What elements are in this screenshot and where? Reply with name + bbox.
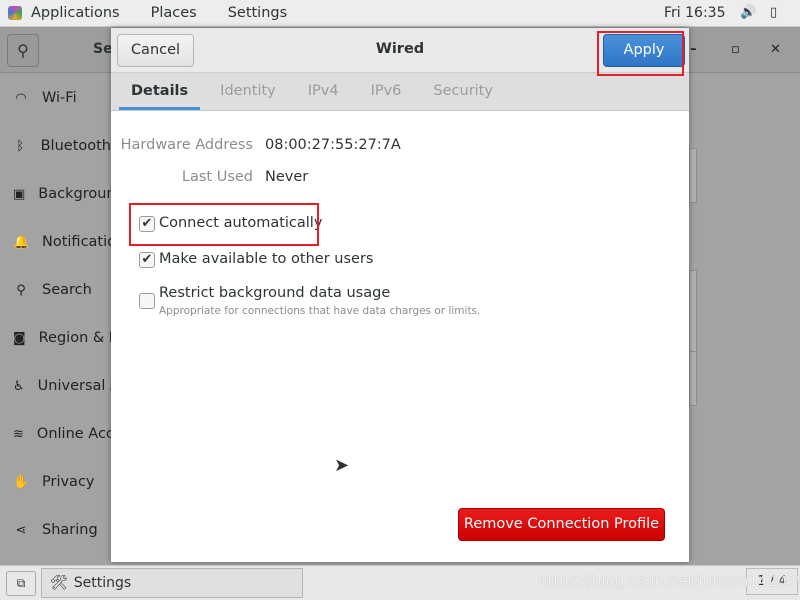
sidebar-item-label: Privacy [42, 474, 95, 490]
volume-icon[interactable]: 🔊 [740, 5, 756, 20]
remove-connection-profile-button[interactable]: Remove Connection Profile [458, 508, 665, 541]
minimize-button[interactable]: – [690, 42, 697, 57]
tab-identity[interactable]: Identity [208, 73, 288, 110]
accessibility-icon: ♿ [13, 378, 25, 394]
wifi-icon: ◠ [15, 90, 27, 106]
restrict-background-label[interactable]: Restrict background data usage [159, 285, 390, 301]
bell-icon: 🔔 [13, 234, 30, 250]
taskbar-settings-item[interactable]: 🛠 Settings [41, 568, 303, 598]
sidebar-item-label: Bluetooth [40, 138, 111, 154]
sidebar-item-online-accounts[interactable]: ≋ Online Accounts [0, 410, 154, 458]
taskbar: ⧉ 🛠 Settings 1 / 4 https://blog.csdn.net/… [0, 565, 800, 600]
tab-ipv4[interactable]: IPv4 [296, 73, 351, 110]
background-panel [689, 351, 697, 406]
sidebar-item-bluetooth[interactable]: ᛒ Bluetooth [0, 122, 111, 170]
tab-bar: Details Identity IPv4 IPv6 Security [111, 73, 689, 111]
places-menu[interactable]: Places [151, 5, 197, 21]
sidebar-item-label: Wi-Fi [42, 90, 77, 106]
hand-icon: ✋ [13, 474, 30, 490]
share-icon: ⋖ [15, 522, 27, 538]
background-panel [689, 270, 697, 358]
settings-sidebar: ◠ Wi-Fi ᛒ Bluetooth ▣ Background 🔔 Notificat… [0, 74, 180, 554]
hardware-address-value: 08:00:27:55:27:7A [265, 137, 401, 153]
wired-dialog: Cancel Wired Apply Details Identity IPv4… [111, 28, 689, 562]
online-accounts-icon: ≋ [13, 426, 24, 442]
background-icon: ▣ [13, 186, 26, 202]
hardware-address-label: Hardware Address [120, 137, 253, 153]
settings-menu[interactable]: Settings [228, 5, 287, 21]
top-bar: Applications Places Settings Fri 16:35 🔊… [0, 0, 800, 27]
sidebar-item-background[interactable]: ▣ Background [0, 170, 125, 218]
show-desktop-icon[interactable]: ⧉ [6, 571, 36, 596]
highlight-apply [597, 31, 684, 76]
watermark: https://blog.csdn.net/Junson142099 [538, 572, 800, 590]
close-button[interactable]: ✕ [770, 42, 781, 57]
restrict-background-hint: Appropriate for connections that have da… [159, 305, 481, 317]
applications-logo-icon [8, 6, 22, 20]
available-to-others-checkbox[interactable]: ✔ [139, 252, 155, 268]
mouse-cursor-icon: ➤ [334, 455, 350, 476]
highlight-connect-automatically [129, 203, 319, 246]
last-used-value: Never [265, 169, 309, 185]
search-icon: ⚲ [16, 282, 26, 298]
camera-icon: ◙ [13, 330, 26, 346]
sidebar-item-region[interactable]: ◙ Region & Language [0, 314, 180, 362]
background-panel [689, 148, 697, 203]
clock[interactable]: Fri 16:35 [664, 5, 725, 21]
sidebar-item-label: Search [42, 282, 92, 298]
tab-ipv6[interactable]: IPv6 [359, 73, 414, 110]
sidebar-item-label: Sharing [42, 522, 98, 538]
sidebar-item-notifications[interactable]: 🔔 Notifications [0, 218, 133, 266]
sidebar-item-wifi[interactable]: ◠ Wi-Fi [0, 74, 111, 122]
search-button[interactable]: ⚲ [7, 34, 39, 67]
last-used-label: Last Used [181, 169, 253, 185]
sidebar-item-search[interactable]: ⚲ Search [0, 266, 111, 314]
taskbar-item-label: Settings [73, 575, 132, 591]
available-to-others-label[interactable]: Make available to other users [159, 251, 373, 267]
tools-icon: 🛠 [50, 575, 68, 591]
restrict-background-checkbox[interactable] [139, 293, 155, 309]
sidebar-item-sharing[interactable]: ⋖ Sharing [0, 506, 111, 554]
tab-security[interactable]: Security [421, 73, 505, 110]
bluetooth-icon: ᛒ [16, 138, 25, 154]
sidebar-item-privacy[interactable]: ✋ Privacy [0, 458, 111, 506]
tab-details[interactable]: Details [119, 73, 201, 110]
battery-icon[interactable]: ▯ [770, 5, 777, 20]
applications-menu[interactable]: Applications [31, 5, 120, 21]
maximize-button[interactable]: ▫ [731, 42, 740, 57]
sidebar-item-universal-access[interactable]: ♿ Universal Access [0, 362, 160, 410]
